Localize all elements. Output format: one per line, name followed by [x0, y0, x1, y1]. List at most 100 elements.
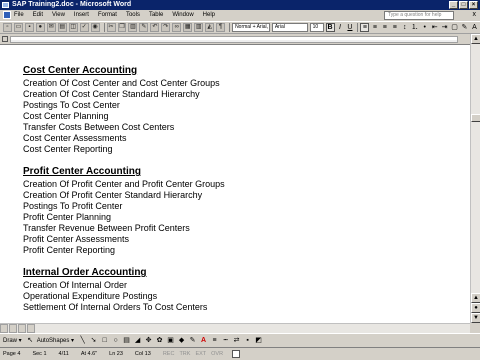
document-icon[interactable]: [3, 11, 11, 19]
menu-tools[interactable]: Tools: [126, 10, 140, 21]
numbering-icon[interactable]: ⒈: [410, 23, 419, 32]
normal-view-icon[interactable]: [0, 324, 8, 333]
drawing-toolbar: Draw ▾ ↖ AutoShapes ▾ ╲ ➘ □ ○ ▤ ◢ ✥ ✿ ▣ …: [0, 333, 480, 347]
oval-icon[interactable]: ○: [111, 336, 120, 345]
style-select[interactable]: Normal + Arial,: [232, 23, 270, 32]
select-objects-icon[interactable]: ↖: [26, 336, 35, 345]
horizontal-scrollbar[interactable]: [0, 323, 470, 333]
menu-help[interactable]: Help: [203, 10, 215, 21]
paste-icon[interactable]: ▥: [128, 23, 138, 32]
next-page-icon[interactable]: ▼: [471, 313, 480, 323]
research-icon[interactable]: ◉: [90, 23, 100, 32]
border-icon[interactable]: ▢: [450, 23, 459, 32]
rectangle-icon[interactable]: □: [100, 336, 109, 345]
spelling-status-icon[interactable]: [232, 350, 241, 358]
cut-icon[interactable]: ✂: [106, 23, 116, 32]
font-size-select[interactable]: 10: [309, 23, 324, 32]
menu-file[interactable]: File: [14, 10, 24, 21]
email-icon[interactable]: ✉: [46, 23, 56, 32]
font-select[interactable]: Arial: [271, 23, 308, 32]
clip-art-icon[interactable]: ✿: [155, 336, 164, 345]
document-content[interactable]: Cost Center Accounting Creation Of Cost …: [23, 65, 463, 323]
line-spacing-icon[interactable]: ↕: [400, 23, 409, 32]
align-left-icon[interactable]: ≡: [360, 23, 370, 32]
decrease-indent-icon[interactable]: ⇤: [430, 23, 439, 32]
bold-button[interactable]: B: [325, 23, 335, 32]
previous-page-icon[interactable]: ▲: [471, 293, 480, 303]
show-hide-icon[interactable]: ¶: [216, 23, 226, 32]
document-close-icon[interactable]: x: [473, 11, 477, 19]
menu-insert[interactable]: Insert: [74, 10, 89, 21]
font-color-icon[interactable]: A: [199, 336, 208, 345]
align-right-icon[interactable]: ≡: [380, 23, 389, 32]
arrow-icon[interactable]: ➘: [89, 336, 98, 345]
status-ext[interactable]: EXT: [195, 351, 206, 357]
undo-icon[interactable]: ↶: [150, 23, 160, 32]
close-button[interactable]: ×: [469, 1, 478, 9]
3d-style-icon[interactable]: ◩: [254, 336, 263, 345]
print-preview-icon[interactable]: ◫: [68, 23, 78, 32]
outline-view-icon[interactable]: [27, 324, 35, 333]
diagram-icon[interactable]: ✥: [144, 336, 153, 345]
hyperlink-icon[interactable]: ∞: [172, 23, 182, 32]
document-page[interactable]: Cost Center Accounting Creation Of Cost …: [0, 45, 470, 323]
draw-menu[interactable]: Draw ▾: [3, 337, 22, 344]
browse-object-icon[interactable]: ●: [471, 303, 480, 313]
menu-format[interactable]: Format: [98, 10, 117, 21]
drawing-icon[interactable]: ◭: [205, 23, 215, 32]
maximize-button[interactable]: □: [459, 1, 468, 9]
line-icon[interactable]: ╲: [78, 336, 87, 345]
status-ovr[interactable]: OVR: [211, 351, 223, 357]
ruler-strip[interactable]: [10, 36, 458, 43]
line-color-icon[interactable]: ✎: [188, 336, 197, 345]
justify-icon[interactable]: ≡: [390, 23, 399, 32]
bullets-icon[interactable]: •: [420, 23, 429, 32]
underline-button[interactable]: U: [345, 23, 354, 32]
web-layout-view-icon[interactable]: [9, 324, 17, 333]
format-painter-icon[interactable]: ✎: [139, 23, 149, 32]
italic-button[interactable]: I: [336, 23, 345, 32]
permission-icon[interactable]: ●: [35, 23, 45, 32]
print-layout-view-icon[interactable]: [18, 324, 26, 333]
open-folder-icon[interactable]: ▭: [13, 23, 23, 32]
status-rec[interactable]: REC: [163, 351, 175, 357]
menu-table[interactable]: Table: [149, 10, 163, 21]
columns-icon[interactable]: ▥: [194, 23, 204, 32]
new-document-icon[interactable]: ▫: [3, 23, 12, 32]
menu-edit[interactable]: Edit: [33, 10, 43, 21]
line-style-icon[interactable]: ≡: [210, 336, 219, 345]
section-heading: Cost Center Accounting: [23, 65, 138, 76]
shadow-style-icon[interactable]: ▪: [243, 336, 252, 345]
spelling-icon[interactable]: ✓: [79, 23, 89, 32]
document-line: Cost Center Assessments: [23, 133, 127, 143]
align-center-icon[interactable]: ≡: [370, 23, 379, 32]
document-line: Cost Center Planning: [23, 111, 109, 121]
font-color-icon[interactable]: A: [470, 23, 479, 32]
horizontal-ruler[interactable]: [0, 34, 470, 45]
highlight-icon[interactable]: ✎: [460, 23, 469, 32]
help-question-input[interactable]: Type a question for help: [384, 11, 454, 20]
minimize-button[interactable]: _: [449, 1, 458, 9]
wordart-icon[interactable]: ◢: [133, 336, 142, 345]
standard-formatting-toolbar: ▫ ▭ ▪ ● ✉ ▤ ◫ ✓ ◉ ✂ ❐ ▥ ✎ ↶ ↷ ∞ ▦ ▥ ◭ ¶ …: [0, 21, 480, 34]
redo-icon[interactable]: ↷: [161, 23, 171, 32]
menu-window[interactable]: Window: [172, 10, 193, 21]
picture-icon[interactable]: ▣: [166, 336, 175, 345]
text-box-icon[interactable]: ▤: [122, 336, 131, 345]
save-disk-icon[interactable]: ▪: [24, 23, 34, 32]
table-icon[interactable]: ▦: [183, 23, 193, 32]
autoshapes-menu[interactable]: AutoShapes ▾: [37, 337, 74, 344]
tab-selector-icon[interactable]: [2, 36, 8, 42]
vertical-scrollbar[interactable]: ▲ ▲ ● ▼: [470, 34, 480, 323]
toolbar-separator: [357, 23, 359, 32]
fill-color-icon[interactable]: ◆: [177, 336, 186, 345]
increase-indent-icon[interactable]: ⇥: [440, 23, 449, 32]
dash-style-icon[interactable]: ┅: [221, 336, 230, 345]
scroll-up-arrow-icon[interactable]: ▲: [471, 34, 480, 44]
print-icon[interactable]: ▤: [57, 23, 67, 32]
status-trk[interactable]: TRK: [179, 351, 190, 357]
copy-icon[interactable]: ❐: [117, 23, 127, 32]
menu-view[interactable]: View: [52, 10, 65, 21]
scroll-thumb[interactable]: [471, 114, 480, 122]
arrow-style-icon[interactable]: ⇄: [232, 336, 241, 345]
